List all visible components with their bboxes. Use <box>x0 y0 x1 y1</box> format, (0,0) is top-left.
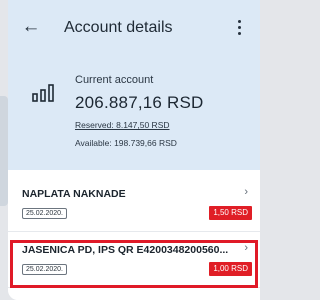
transaction-name: NAPLATA NAKNADE <box>22 188 126 200</box>
back-arrow-icon[interactable]: ← <box>20 16 42 38</box>
transaction-name: JASENICA PD, IPS QR E4200348200560... <box>22 244 229 256</box>
transaction-date: 25.02.2020. <box>22 208 67 219</box>
reserved-amount-link[interactable]: Reserved: 8.147,50 RSD <box>75 120 170 130</box>
transaction-row[interactable]: JASENICA PD, IPS QR E4200348200560... › … <box>8 238 260 288</box>
transaction-row[interactable]: NAPLATA NAKNADE › 25.02.2020. 1,50 RSD <box>8 182 260 232</box>
available-amount: Available: 198.739,66 RSD <box>75 138 177 148</box>
account-type-label: Current account <box>75 74 154 86</box>
app-bar: ← Account details <box>8 0 260 62</box>
transaction-date: 25.02.2020. <box>22 264 67 275</box>
page-title: Account details <box>64 19 173 36</box>
transaction-list: NAPLATA NAKNADE › 25.02.2020. 1,50 RSD J… <box>8 170 260 300</box>
transaction-amount: 1,50 RSD <box>209 206 252 220</box>
chevron-right-icon: › <box>244 242 248 254</box>
bar-chart-icon <box>32 84 54 102</box>
account-details-screen: ← Account details Current account 206.88… <box>8 0 260 300</box>
background-screen-edge <box>0 96 8 206</box>
account-balance: 206.887,16 RSD <box>75 93 204 112</box>
transaction-amount: 1,00 RSD <box>209 262 252 276</box>
account-summary[interactable]: Current account 206.887,16 RSD Reserved:… <box>8 62 260 170</box>
more-options-icon[interactable] <box>230 16 248 38</box>
chevron-right-icon: › <box>244 186 248 198</box>
